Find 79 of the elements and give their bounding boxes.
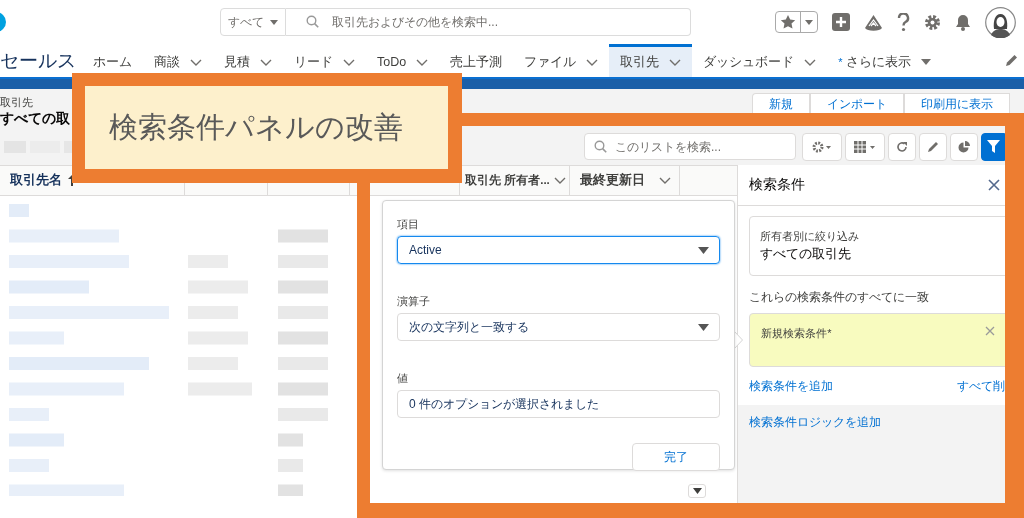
remove-icon[interactable] (985, 326, 995, 336)
match-label: これらの検索条件のすべてに一致 (749, 289, 931, 306)
global-search-field[interactable]: 取引先およびその他を検索中... (286, 8, 691, 36)
select-field[interactable]: Active (397, 236, 720, 264)
search-icon (594, 140, 607, 153)
object-label: 取引先 (0, 95, 34, 110)
nav-tab[interactable]: 売上予測 (439, 44, 514, 77)
nav-tab[interactable]: ホーム (82, 44, 143, 77)
column-header[interactable]: 取引先名 (10, 172, 62, 189)
search-scope-dropdown[interactable]: すべて (220, 8, 286, 36)
panel-title: 検索条件 (749, 176, 806, 194)
search-icon (306, 15, 319, 28)
pencil-icon[interactable] (1005, 54, 1018, 67)
edit-button[interactable] (919, 132, 947, 161)
list-view-title[interactable]: すべての取 (0, 110, 70, 128)
chevron-icon[interactable] (669, 58, 682, 66)
row-action-button[interactable] (688, 484, 706, 498)
chevron-icon[interactable] (659, 177, 671, 184)
remove-all-link[interactable]: すべて削 (957, 378, 1005, 395)
refresh-icon (896, 140, 908, 153)
chevron-icon[interactable] (260, 58, 272, 66)
settings-icon[interactable] (924, 13, 941, 31)
caret-icon (805, 19, 813, 25)
filter-icon (986, 140, 1000, 153)
nav-tab[interactable]: リード (283, 44, 366, 77)
chevron-icon[interactable] (190, 58, 202, 66)
table-icon (854, 140, 876, 153)
chevron-icon[interactable] (804, 58, 817, 66)
logo-icon[interactable] (0, 11, 6, 33)
chevron-icon[interactable] (343, 58, 355, 66)
list-search-field[interactable]: このリストを検索... (584, 133, 796, 160)
callout-text: 検索条件パネルの改善 (109, 109, 403, 145)
field-label: 項目 (397, 217, 420, 232)
select-field[interactable]: 次の文字列と一致する (397, 313, 720, 341)
nav-tab[interactable]: 見積 (213, 44, 283, 77)
caret-icon (692, 488, 702, 494)
nav-tab[interactable]: 取引先 (609, 44, 693, 77)
pencil-icon (927, 140, 939, 153)
value-field[interactable]: 0 件のオプションが選択されました (397, 390, 720, 418)
filter-value: すべての取引先 (760, 246, 853, 263)
avatar-icon[interactable] (985, 6, 1016, 38)
gear-icon (812, 140, 832, 153)
header-button[interactable]: インポート (810, 93, 904, 113)
field-label: 演算子 (397, 294, 431, 309)
header-button[interactable]: 新規 (752, 93, 810, 113)
nav-tab[interactable]: 商談 (143, 44, 213, 77)
charts-button[interactable] (950, 132, 978, 161)
field-label: 値 (397, 371, 409, 386)
refresh-button[interactable] (888, 132, 916, 161)
list-settings-button[interactable] (802, 132, 842, 161)
display-as-button[interactable] (845, 132, 885, 161)
caret-icon (698, 246, 709, 254)
add-filter-link[interactable]: 検索条件を追加 (749, 378, 834, 395)
more-tab[interactable]: * さらに表示 (827, 44, 943, 77)
column-header[interactable]: 取引先 所有者... (465, 173, 550, 188)
star-icon (780, 14, 796, 30)
chevron-icon[interactable] (553, 177, 566, 184)
header-button[interactable]: 印刷用に表示 (904, 93, 1010, 113)
close-icon[interactable] (988, 179, 1000, 191)
nav-tab[interactable]: ファイル (513, 44, 610, 77)
add-filter-logic-link[interactable]: 検索条件ロジックを追加 (749, 415, 882, 429)
plus-icon[interactable] (832, 13, 850, 31)
notifications-icon[interactable] (955, 13, 971, 31)
help-icon[interactable] (897, 12, 910, 32)
filter-name: 新規検索条件* (761, 326, 832, 341)
column-header[interactable]: 最終更新日 (580, 172, 645, 189)
favorites-button[interactable] (775, 11, 818, 33)
filter-label: 所有者別に絞り込み (760, 229, 861, 244)
pie-chart-icon (958, 140, 970, 153)
chevron-icon[interactable] (416, 58, 429, 66)
chevron-icon[interactable] (586, 58, 599, 66)
caret-icon (270, 19, 278, 25)
done-button[interactable]: 完了 (632, 443, 720, 471)
nav-tab[interactable]: ダッシュボード (692, 44, 828, 77)
nav-tab[interactable]: ToDo (366, 44, 440, 77)
mountain-icon[interactable] (864, 13, 883, 31)
app-name: セールス (0, 48, 77, 73)
caret-icon (698, 323, 709, 331)
filter-button[interactable] (981, 132, 1005, 161)
